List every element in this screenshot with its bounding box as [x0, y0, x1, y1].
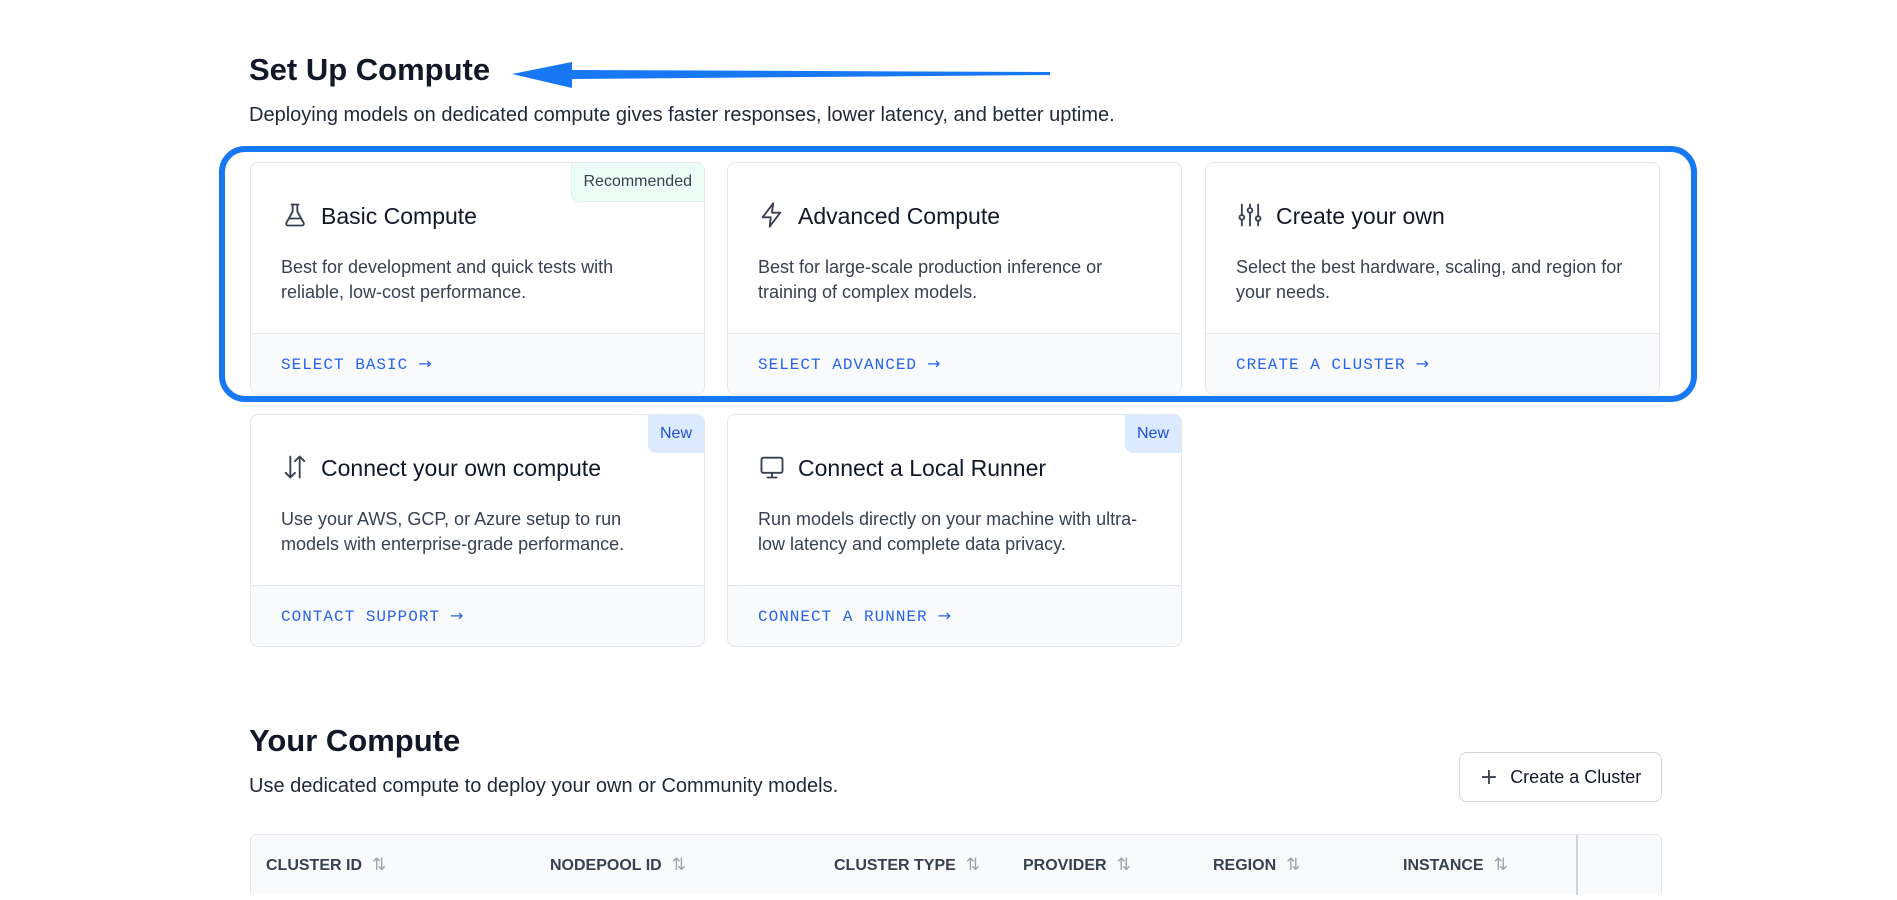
card-connect-own-compute[interactable]: New Connect your own compute Use your AW…: [250, 414, 705, 647]
create-cluster-button[interactable]: + Create a Cluster: [1459, 752, 1662, 802]
setup-title: Set Up Compute: [249, 52, 491, 87]
transfer-arrows-icon: [281, 453, 309, 481]
contact-support-link[interactable]: CONTACT SUPPORT →: [281, 606, 464, 626]
setup-subtitle: Deploying models on dedicated compute gi…: [249, 104, 1115, 126]
monitor-icon: [758, 453, 786, 481]
card-description: Run models directly on your machine with…: [758, 509, 1138, 554]
card-create-your-own[interactable]: Create your own Select the best hardware…: [1205, 162, 1660, 395]
create-a-cluster-link[interactable]: CREATE A CLUSTER →: [1236, 354, 1430, 374]
lightning-icon: [758, 201, 786, 229]
card-body: Advanced Compute Best for large-scale pr…: [728, 163, 1181, 335]
create-cluster-label: Create a Cluster: [1510, 766, 1642, 787]
column-header-nodepool-id[interactable]: NODEPOOL ID ⇅: [550, 835, 686, 895]
card-title: Connect a Local Runner: [798, 455, 1047, 481]
card-title: Advanced Compute: [798, 203, 1001, 229]
card-footer: SELECT BASIC →: [251, 333, 704, 394]
card-footer: SELECT ADVANCED →: [728, 333, 1181, 394]
card-footer: CONTACT SUPPORT →: [251, 585, 704, 646]
card-title: Basic Compute: [321, 203, 477, 229]
card-description: Best for development and quick tests wit…: [281, 257, 614, 302]
card-body: Connect your own compute Use your AWS, G…: [251, 415, 704, 587]
column-header-instance[interactable]: INSTANCE ⇅: [1403, 835, 1508, 895]
column-divider: [1576, 835, 1578, 895]
annotation-arrow: [512, 62, 1050, 88]
flask-icon: [281, 201, 309, 229]
column-label: REGION: [1213, 857, 1277, 874]
column-label: PROVIDER: [1023, 857, 1107, 874]
sort-icon: ⇅: [1493, 855, 1508, 875]
arrow-right-icon: →: [927, 354, 942, 373]
card-footer: CONNECT A RUNNER →: [728, 585, 1181, 646]
arrow-right-icon: →: [1415, 354, 1431, 373]
card-body: Basic Compute Best for development and q…: [251, 163, 704, 335]
column-header-cluster-type[interactable]: CLUSTER TYPE ⇅: [834, 835, 980, 895]
card-description: Best for large-scale production inferenc…: [758, 257, 1103, 302]
link-label: SELECT ADVANCED: [758, 356, 918, 374]
column-label: INSTANCE: [1403, 857, 1484, 874]
sort-icon: ⇅: [965, 855, 981, 875]
card-title: Create your own: [1276, 203, 1445, 229]
arrow-right-icon: →: [450, 606, 465, 625]
your-compute-subtitle: Use dedicated compute to deploy your own…: [249, 775, 839, 797]
connect-a-runner-link[interactable]: CONNECT A RUNNER →: [758, 606, 952, 626]
link-label: SELECT BASIC: [281, 356, 409, 374]
card-description: Select the best hardware, scaling, and r…: [1236, 257, 1623, 302]
column-header-provider[interactable]: PROVIDER ⇅: [1023, 835, 1131, 895]
arrow-right-icon: →: [937, 606, 953, 625]
link-label: CONNECT A RUNNER: [758, 608, 928, 626]
column-label: NODEPOOL ID: [550, 857, 662, 874]
card-basic-compute[interactable]: Recommended Basic Compute Best for devel…: [250, 162, 705, 395]
column-header-region[interactable]: REGION ⇅: [1213, 835, 1300, 895]
link-label: CREATE A CLUSTER: [1236, 356, 1406, 374]
card-title: Connect your own compute: [321, 455, 601, 481]
compute-table-header: CLUSTER ID ⇅ NODEPOOL ID ⇅ CLUSTER TYPE ⇅ P…: [250, 834, 1662, 895]
plus-icon: +: [1479, 764, 1499, 790]
column-label: CLUSTER TYPE: [834, 857, 956, 874]
card-connect-local-runner[interactable]: New Connect a Local Runner Run models di…: [727, 414, 1182, 647]
arrow-right-icon: →: [418, 354, 433, 373]
card-body: Connect a Local Runner Run models direct…: [728, 415, 1181, 587]
card-advanced-compute[interactable]: Advanced Compute Best for large-scale pr…: [727, 162, 1182, 395]
page: Set Up Compute Deploying models on dedic…: [0, 0, 1897, 900]
your-compute-title: Your Compute: [249, 723, 461, 758]
sort-icon: ⇅: [671, 855, 686, 875]
column-label: CLUSTER ID: [266, 857, 362, 874]
sort-icon: ⇅: [372, 855, 387, 875]
card-description: Use your AWS, GCP, or Azure setup to run…: [281, 509, 625, 554]
sort-icon: ⇅: [1116, 855, 1131, 875]
column-header-cluster-id[interactable]: CLUSTER ID ⇅: [266, 835, 386, 895]
select-basic-link[interactable]: SELECT BASIC →: [281, 354, 433, 374]
sliders-icon: [1236, 201, 1264, 229]
card-footer: CREATE A CLUSTER →: [1206, 333, 1659, 394]
link-label: CONTACT SUPPORT: [281, 608, 441, 626]
select-advanced-link[interactable]: SELECT ADVANCED →: [758, 354, 941, 374]
sort-icon: ⇅: [1286, 855, 1301, 875]
card-body: Create your own Select the best hardware…: [1206, 163, 1659, 335]
